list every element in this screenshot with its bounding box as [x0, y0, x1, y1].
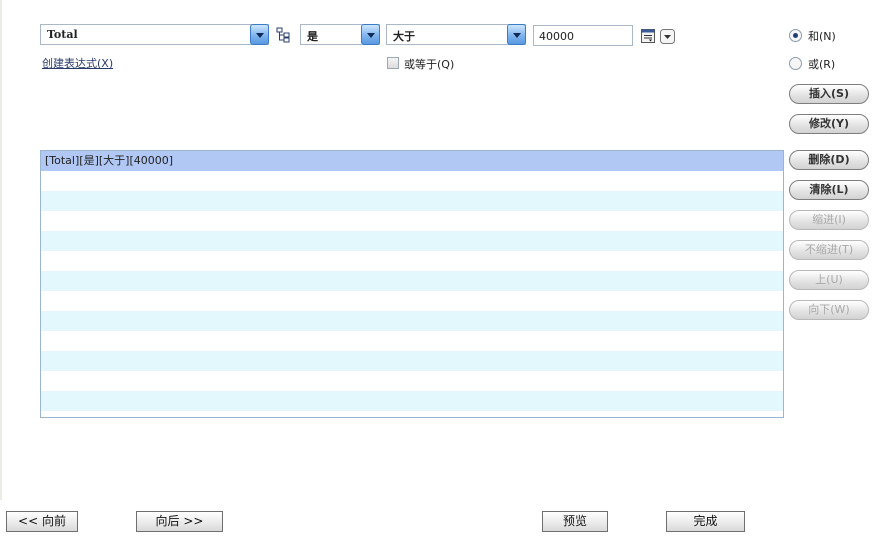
and-radio-label: 和(N): [808, 30, 836, 43]
list-item[interactable]: [41, 251, 783, 271]
outdent-button[interactable]: 不缩进(T): [789, 240, 869, 260]
value-list-icon[interactable]: [641, 29, 655, 43]
condition-dropdown-button[interactable]: [361, 24, 380, 45]
value-input[interactable]: 40000: [533, 25, 633, 46]
finish-button[interactable]: 完成: [666, 511, 745, 532]
list-item[interactable]: [41, 331, 783, 351]
left-border: [0, 0, 2, 500]
operator-select[interactable]: 大于: [386, 24, 526, 45]
list-item[interactable]: [41, 391, 783, 411]
condition-select[interactable]: 是: [300, 24, 380, 45]
or-radio-label: 或(R): [808, 58, 836, 71]
or-radio[interactable]: [789, 57, 802, 70]
insert-button[interactable]: 插入(S): [789, 84, 869, 104]
hierarchy-icon[interactable]: [276, 27, 290, 43]
list-item[interactable]: [41, 311, 783, 331]
field-select[interactable]: Total: [40, 24, 269, 45]
create-expression-link[interactable]: 创建表达式(X): [42, 55, 113, 71]
list-item[interactable]: [41, 371, 783, 391]
clear-button[interactable]: 清除(L): [789, 180, 869, 200]
preview-button[interactable]: 预览: [542, 511, 608, 532]
list-item[interactable]: [Total][是][大于][40000]: [41, 151, 783, 171]
operator-select-value: 大于: [393, 30, 415, 43]
move-down-button[interactable]: 向下(W): [789, 300, 869, 320]
list-item[interactable]: [41, 171, 783, 191]
and-radio[interactable]: [789, 29, 802, 42]
list-item[interactable]: [41, 411, 783, 417]
next-button[interactable]: 向后 >>: [136, 511, 223, 532]
move-up-button[interactable]: 上(U): [789, 270, 869, 290]
expression-list[interactable]: [Total][是][大于][40000]: [40, 150, 784, 418]
operator-dropdown-button[interactable]: [507, 24, 526, 45]
list-item[interactable]: [41, 351, 783, 371]
modify-button[interactable]: 修改(Y): [789, 114, 869, 134]
field-select-value: Total: [47, 28, 78, 41]
list-item[interactable]: [41, 291, 783, 311]
field-dropdown-button[interactable]: [250, 24, 269, 45]
chevron-down-icon[interactable]: [660, 29, 675, 44]
list-item[interactable]: [41, 271, 783, 291]
back-button[interactable]: << 向前: [6, 511, 78, 532]
indent-button[interactable]: 缩进(I): [789, 210, 869, 230]
list-item[interactable]: [41, 191, 783, 211]
condition-select-value: 是: [307, 30, 318, 43]
list-item[interactable]: [41, 231, 783, 251]
delete-button[interactable]: 删除(D): [789, 150, 869, 170]
or-equal-checkbox[interactable]: [387, 57, 399, 69]
or-equal-label: 或等于(Q): [404, 58, 455, 71]
list-item[interactable]: [41, 211, 783, 231]
